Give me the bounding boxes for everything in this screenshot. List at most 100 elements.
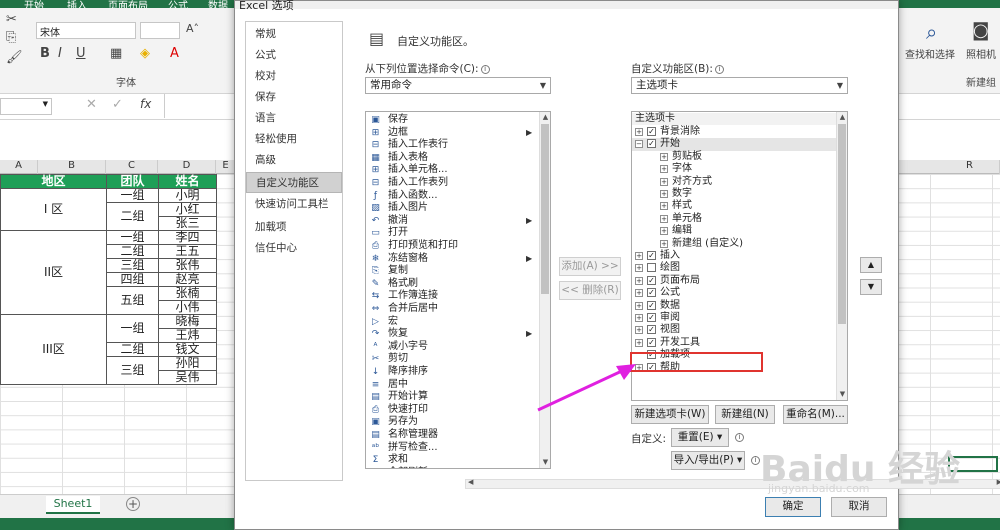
command-item[interactable]: ⊞ 边框 ▶ [366, 127, 536, 140]
tree-item[interactable]: + 字体 [632, 163, 836, 175]
column-header-b[interactable]: B [38, 160, 106, 174]
tab-checkbox[interactable]: ✓ [647, 337, 656, 347]
tree-item[interactable]: + 编辑 [632, 225, 836, 237]
column-header-c[interactable]: C [106, 160, 158, 174]
command-item[interactable]: ▤ 开始计算 [366, 391, 536, 404]
cancel-button[interactable]: 取消 [831, 497, 887, 517]
expand-icon[interactable]: + [635, 326, 643, 335]
command-item[interactable]: ᵃᵇ 拼写检查... [366, 442, 536, 455]
scroll-down-icon[interactable]: ▼ [540, 457, 550, 468]
command-item[interactable]: ▤ 名称管理器 [366, 429, 536, 442]
tab-checkbox[interactable]: ✓ [647, 275, 656, 285]
scroll-up-icon[interactable]: ▲ [540, 112, 550, 123]
column-header-e[interactable]: E [216, 160, 236, 174]
column-header-d[interactable]: D [158, 160, 216, 174]
expand-icon[interactable]: + [635, 314, 643, 322]
scroll-left-icon[interactable]: ◀ [468, 478, 473, 486]
tree-item[interactable]: + ✓ 插入 [632, 250, 836, 262]
nav-item-language[interactable]: 语言 [246, 108, 342, 129]
header-team[interactable]: 团队 [106, 174, 159, 189]
name-cell[interactable]: 李四 [158, 230, 217, 245]
expand-icon[interactable]: + [660, 190, 668, 198]
name-cell[interactable]: 王五 [158, 244, 217, 259]
tree-item[interactable]: + ✓ 背景消除 [632, 126, 836, 138]
team-cell[interactable]: 三组 [106, 356, 159, 385]
tree-item[interactable]: + 数字 [632, 188, 836, 200]
team-cell[interactable]: 一组 [106, 230, 159, 245]
tab-checkbox[interactable]: ✓ [647, 300, 656, 310]
choose-from-dropdown[interactable]: 常用命令 ▼ [365, 77, 551, 94]
expand-icon[interactable]: + [635, 264, 643, 273]
borders-icon[interactable]: ▦ [110, 46, 122, 61]
camera-icon[interactable]: ◙ [972, 20, 989, 41]
ok-button[interactable]: 确定 [765, 497, 821, 517]
tree-item[interactable]: + 剪贴板 [632, 151, 836, 163]
cancel-formula-icon[interactable]: ✕ [86, 97, 97, 112]
tree-item[interactable]: + ✓ 页面布局 [632, 275, 836, 287]
expand-icon[interactable]: + [635, 128, 643, 136]
name-cell[interactable]: 张三 [158, 216, 217, 231]
expand-icon[interactable]: + [635, 289, 643, 298]
command-item[interactable]: ✂ 剪切 [366, 353, 536, 366]
command-item[interactable]: ↷ 恢复 ▶ [366, 328, 536, 341]
move-up-button[interactable]: ▲ [860, 257, 882, 273]
grow-font-icon[interactable]: A˄ [186, 22, 199, 35]
expand-icon[interactable]: + [660, 202, 668, 211]
expand-icon[interactable]: + [635, 301, 643, 310]
nav-item-advanced[interactable]: 高级 [246, 150, 342, 171]
name-cell[interactable]: 王炜 [158, 328, 217, 343]
font-color-icon[interactable]: A [170, 46, 179, 61]
scroll-thumb[interactable] [838, 124, 846, 324]
tab-checkbox[interactable]: ✓ [647, 251, 656, 260]
expand-icon[interactable]: + [660, 177, 668, 186]
column-header-a[interactable]: A [0, 160, 38, 174]
tree-item[interactable]: + 单元格 [632, 213, 836, 225]
command-item[interactable]: ▨ 插入图片 [366, 202, 536, 215]
expand-icon[interactable]: + [635, 276, 643, 285]
tab-checkbox[interactable] [647, 263, 656, 273]
command-item[interactable]: ⎙ 快速打印 [366, 404, 536, 417]
expand-icon[interactable]: + [635, 252, 643, 260]
tree-item[interactable]: + ✓ 审阅 [632, 312, 836, 324]
command-item[interactable]: ᴬ 减小字号 [366, 341, 536, 354]
command-item[interactable]: ↓ 降序排序 [366, 366, 536, 379]
command-item[interactable]: Σ 求和 [366, 454, 536, 467]
insert-function-icon[interactable]: fx [140, 97, 151, 111]
nav-item-accessibility[interactable]: 轻松使用 [246, 129, 342, 150]
nav-item-formulas[interactable]: 公式 [246, 45, 342, 66]
add-sheet-button[interactable]: + [126, 497, 140, 511]
tab-checkbox[interactable]: ✓ [647, 325, 656, 335]
scroll-down-icon[interactable]: ▼ [837, 389, 847, 400]
command-item[interactable]: ❄ 冻结窗格 ▶ [366, 253, 536, 266]
command-item[interactable]: ⟳ 全部刷新 [366, 467, 536, 468]
import-export-button[interactable]: 导入/导出(P) ▾ [671, 451, 745, 470]
name-cell[interactable]: 小明 [158, 188, 217, 203]
name-cell[interactable]: 小红 [158, 202, 217, 217]
rename-button[interactable]: 重命名(M)... [783, 405, 848, 424]
region-cell[interactable]: I 区 [0, 188, 107, 231]
enter-formula-icon[interactable]: ✓ [112, 97, 123, 112]
name-cell[interactable]: 钱文 [158, 342, 217, 357]
tab-checkbox[interactable]: ✓ [647, 313, 656, 322]
copy-icon[interactable]: ⎘ [6, 30, 16, 45]
command-item[interactable]: ▦ 插入表格 [366, 152, 536, 165]
new-group-button[interactable]: 新建组(N) [715, 405, 775, 424]
command-item[interactable]: ⎘ 复制 [366, 265, 536, 278]
name-cell[interactable]: 吴伟 [158, 370, 217, 385]
expand-icon[interactable]: + [660, 152, 668, 161]
command-item[interactable]: ⇆ 工作簿连接 [366, 290, 536, 303]
font-size-box[interactable] [140, 22, 180, 39]
header-region[interactable]: 地区 [0, 174, 107, 189]
command-item[interactable]: ≡ 居中 [366, 379, 536, 392]
tree-item[interactable]: + ✓ 数据 [632, 300, 836, 312]
remove-button[interactable]: << 删除(R) [559, 281, 621, 300]
expand-icon[interactable]: + [660, 239, 668, 248]
command-item[interactable]: ▣ 保存 [366, 114, 536, 127]
bold-icon[interactable]: B [40, 46, 50, 61]
command-item[interactable]: ▷ 宏 [366, 316, 536, 329]
team-cell[interactable]: 五组 [106, 286, 159, 315]
command-item[interactable]: ⊞ 插入单元格... [366, 164, 536, 177]
name-box[interactable]: ▼ [0, 98, 52, 115]
expand-icon[interactable]: + [635, 338, 643, 347]
reset-button[interactable]: 重置(E) ▾ [671, 428, 729, 447]
